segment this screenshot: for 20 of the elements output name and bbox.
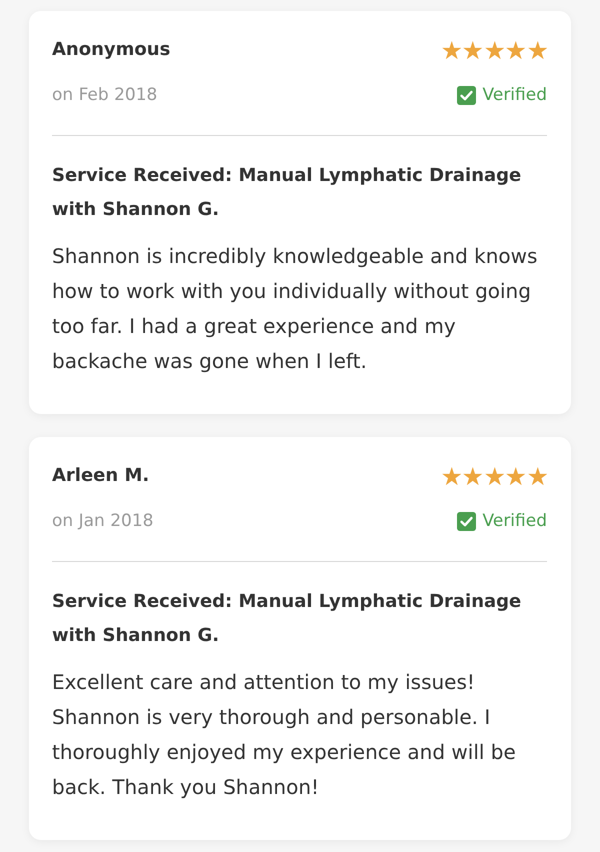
review-text: Excellent care and attention to my issues! Shannon is very thorough and personable. I thoroughly enjoyed my experience and will be back. Thank you Shannon! xyxy=(52,669,517,801)
review-date: on Feb 2018 xyxy=(52,84,158,107)
star-icon xyxy=(463,466,482,486)
review-date: on Jan 2018 xyxy=(52,510,154,533)
star-icon xyxy=(442,40,461,60)
star-icon xyxy=(506,466,526,486)
reviewer-name: Anonymous xyxy=(52,38,172,62)
review-text: Shannon is incredibly knowledgeable and knows how to work with you individually without going too far. I had a great experience and my backache was gone when I left. xyxy=(52,243,538,375)
reviewer-name: Arleen M. xyxy=(52,464,150,488)
star-icon xyxy=(506,40,526,60)
verified-label: Verified xyxy=(482,84,547,107)
star-icon xyxy=(442,466,461,486)
star-icon xyxy=(528,466,547,486)
star-icon xyxy=(484,466,504,486)
service-heading: Service Received: Manual Lymphatic Drainage with Shannon G. xyxy=(52,590,522,648)
service-heading: Service Received: Manual Lymphatic Drainage with Shannon G. xyxy=(52,164,522,222)
star-icon xyxy=(463,40,482,60)
star-icon xyxy=(528,40,547,60)
star-icon xyxy=(484,40,504,60)
verified-label: Verified xyxy=(482,510,547,533)
